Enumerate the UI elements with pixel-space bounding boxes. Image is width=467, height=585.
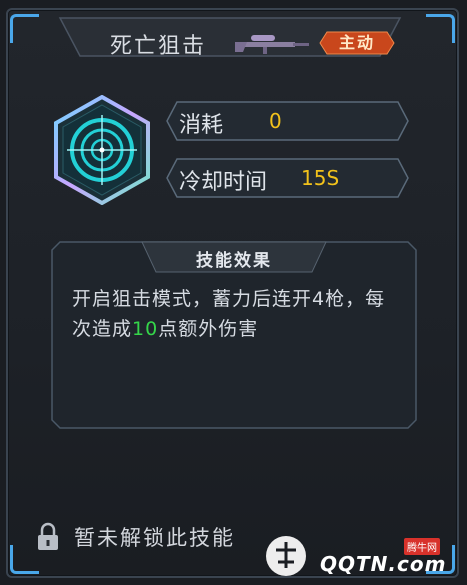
sniper-rifle-icon	[235, 35, 309, 54]
lock-icon	[38, 522, 58, 550]
effect-title: 技能效果	[196, 251, 272, 271]
effect-panel: 技能效果 开启狙击模式，蓄力后连开4枪，每次造成10点额外伤害	[50, 240, 418, 430]
frame-corner	[10, 545, 39, 574]
stat-cooldown: 冷却时间 15S	[165, 157, 410, 199]
skill-type-label: 主动	[338, 33, 375, 52]
stat-label: 消耗	[179, 113, 224, 138]
crosshair-icon	[54, 95, 150, 205]
watermark-brand: QQTN.com	[320, 552, 447, 576]
stat-cost: 消耗 0	[165, 100, 410, 142]
frame-corner	[10, 14, 39, 43]
watermark-tag: 腾牛网	[404, 538, 440, 555]
stat-label: 冷却时间	[179, 170, 268, 195]
skill-title: 死亡狙击	[110, 34, 207, 59]
frame-corner	[426, 14, 455, 43]
damage-highlight: 10	[132, 318, 159, 340]
stat-value: 0	[269, 109, 282, 133]
stat-value: 15S	[301, 166, 340, 190]
effect-description: 开启狙击模式，蓄力后连开4枪，每次造成10点额外伤害	[72, 288, 386, 340]
locked-status: 暂未解锁此技能	[74, 526, 235, 550]
skill-type-badge: 主动	[319, 31, 395, 55]
